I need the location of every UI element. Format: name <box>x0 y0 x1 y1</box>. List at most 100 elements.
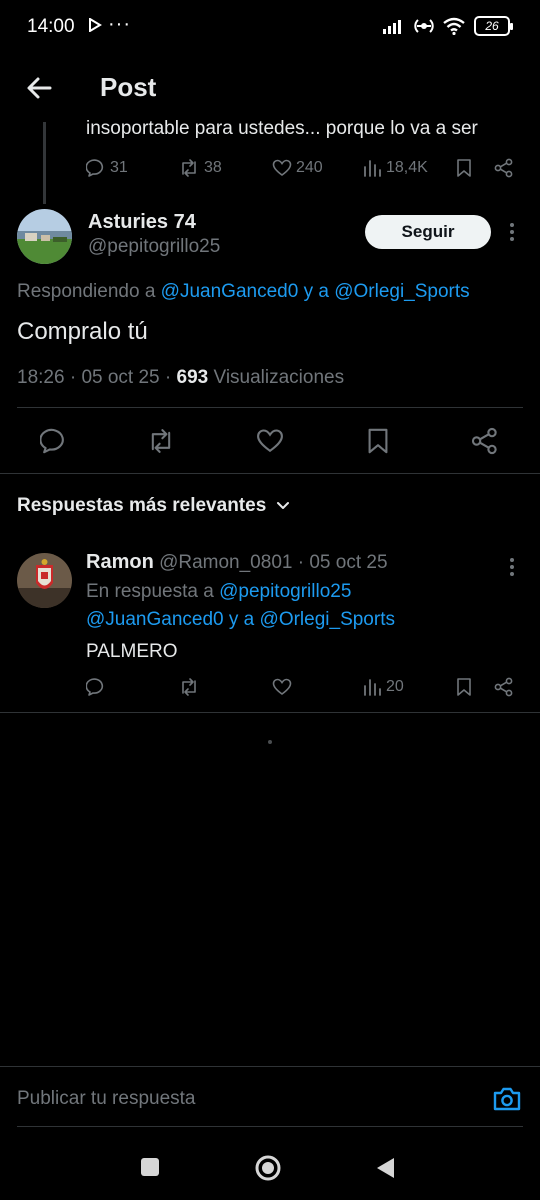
in-reply-user-link[interactable]: @JuanGanced0 <box>86 609 224 630</box>
heart-icon <box>257 429 283 453</box>
parent-views-button[interactable]: 18,4K <box>362 158 428 178</box>
divider <box>0 1066 540 1067</box>
camera-button[interactable] <box>492 1085 522 1113</box>
status-time: 14:00 <box>27 16 75 37</box>
system-navigation-bar <box>0 1140 540 1200</box>
in-reply-to-line-continued: @JuanGanced0 y a @Orlegi_Sports <box>86 609 395 631</box>
parent-bookmark-button[interactable] <box>455 158 473 178</box>
reply-author-handle[interactable]: @Ramon_0801 <box>159 552 292 573</box>
avatar[interactable] <box>17 209 72 264</box>
share-icon <box>494 158 513 178</box>
bookmark-button[interactable] <box>365 427 391 455</box>
views-label: Visualizaciones <box>213 367 345 388</box>
repost-icon <box>151 429 171 453</box>
parent-reply-button[interactable]: 31 <box>86 158 128 178</box>
loading-indicator <box>268 740 272 744</box>
tweet-author-name[interactable]: Asturies 74 <box>88 211 196 234</box>
vertical-dots-icon <box>510 558 514 576</box>
replies-sort-dropdown[interactable]: Respuestas más relevantes <box>17 495 292 517</box>
parent-repost-button[interactable]: 38 <box>178 158 222 178</box>
status-more-dots: ··· <box>108 13 131 35</box>
page-title: Post <box>100 72 157 102</box>
follow-button[interactable]: Seguir <box>365 215 491 249</box>
views-count: 693 <box>176 367 209 388</box>
replying-joiner[interactable]: y a <box>304 281 329 302</box>
chevron-down-icon <box>277 502 290 509</box>
in-reply-user-link[interactable]: @Orlegi_Sports <box>260 609 395 630</box>
replying-prefix: Respondiendo a <box>17 281 156 302</box>
tweet-time[interactable]: 18:26 <box>17 367 65 388</box>
divider <box>0 712 540 713</box>
replying-user-link[interactable]: @JuanGanced0 <box>161 281 299 302</box>
reply-bubble-icon <box>40 428 64 454</box>
recents-button[interactable] <box>140 1157 160 1177</box>
reply-composer-input[interactable]: Publicar tu respuesta <box>17 1088 196 1110</box>
arrow-left-icon <box>27 77 52 99</box>
in-reply-joiner[interactable]: y a <box>229 609 254 630</box>
reply-text: PALMERO <box>86 641 178 662</box>
in-reply-user-link[interactable]: @pepitogrillo25 <box>219 581 351 602</box>
vertical-dots-icon <box>510 223 514 241</box>
heart-icon <box>272 678 292 695</box>
parent-share-button[interactable] <box>494 158 514 178</box>
reply-author-name[interactable]: Ramon <box>86 551 154 573</box>
tweet-date[interactable]: 05 oct 25 <box>81 367 159 388</box>
status-bar: 14:00 ··· 26 <box>0 0 540 56</box>
tweet-author-handle[interactable]: @pepitogrillo25 <box>88 236 220 258</box>
like-button[interactable] <box>256 427 284 455</box>
home-button[interactable] <box>254 1154 282 1182</box>
landscape-avatar-image <box>17 209 72 264</box>
parent-like-button[interactable]: 240 <box>272 158 323 178</box>
share-icon <box>471 427 497 455</box>
more-options-button[interactable] <box>503 221 521 243</box>
views-chart-icon <box>364 679 381 696</box>
share-button[interactable] <box>471 427 499 455</box>
reply-views-button[interactable]: 20 <box>362 677 404 697</box>
bookmark-icon <box>457 159 471 177</box>
composer-underline <box>17 1126 523 1127</box>
back-button[interactable] <box>22 70 58 106</box>
sort-label: Respuestas más relevantes <box>17 495 267 516</box>
divider <box>0 473 540 474</box>
reply-bookmark-button[interactable] <box>455 677 473 697</box>
reply-button[interactable] <box>40 427 68 455</box>
reply-like-button[interactable] <box>272 677 292 697</box>
hotspot-icon <box>414 16 434 36</box>
play-indicator-icon <box>88 18 102 32</box>
share-icon <box>494 677 513 697</box>
parent-repost-count: 38 <box>204 159 222 176</box>
back-nav-button[interactable] <box>374 1156 396 1180</box>
reply-date[interactable]: 05 oct 25 <box>309 552 387 573</box>
square-icon <box>141 1158 159 1176</box>
replying-to-line: Respondiendo a @JuanGanced0 y a @Orlegi_… <box>17 281 470 303</box>
views-chart-icon <box>364 160 381 177</box>
crest-avatar-image <box>17 553 72 608</box>
reply-separator: · <box>297 552 305 573</box>
signal-icon <box>382 18 406 34</box>
reply-header: Ramon @Ramon_0801 · 05 oct 25 <box>86 551 388 574</box>
tweet-meta: 18:26 · 05 oct 25 · 693 Visualizaciones <box>17 367 344 389</box>
in-reply-prefix: En respuesta a <box>86 581 214 602</box>
reply-reply-button[interactable] <box>86 677 106 697</box>
tweet-text: Compralo tú <box>17 318 148 345</box>
circle-home-icon <box>255 1155 281 1181</box>
parent-views-count: 18,4K <box>386 159 428 176</box>
parent-tweet-text: insoportable para ustedes... porque lo v… <box>86 118 478 139</box>
repost-button[interactable] <box>146 427 176 455</box>
reply-bubble-icon <box>86 678 104 696</box>
camera-icon <box>493 1087 521 1111</box>
avatar[interactable] <box>17 553 72 608</box>
reply-bubble-icon <box>86 159 104 177</box>
bookmark-icon <box>368 428 388 454</box>
meta-separator: · <box>164 367 172 388</box>
triangle-back-icon <box>377 1158 394 1178</box>
heart-icon <box>272 159 292 176</box>
reply-repost-button[interactable] <box>178 677 200 697</box>
reply-more-options-button[interactable] <box>503 556 521 578</box>
parent-like-count: 240 <box>296 159 323 176</box>
reply-share-button[interactable] <box>494 677 514 697</box>
replying-user-link[interactable]: @Orlegi_Sports <box>334 281 469 302</box>
reply-views-count: 20 <box>386 678 404 695</box>
thread-connector-line <box>43 122 46 204</box>
repost-icon <box>182 678 196 696</box>
